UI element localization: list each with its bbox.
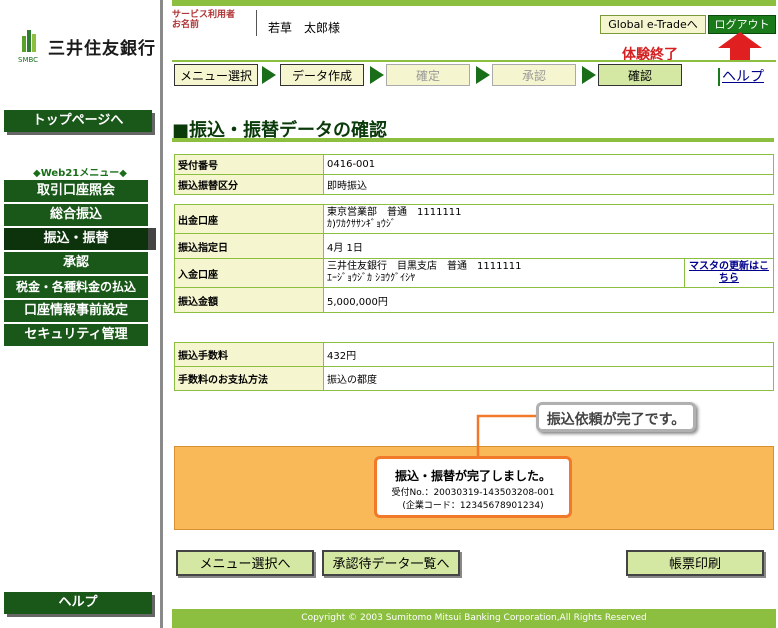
header-top-line [172, 0, 776, 6]
dest-account-value: 三井住友銀行 目黒支店 普通 1111111 ｴｰｼﾞｮｳｼﾞｶ ｼﾖｳｸﾞｲｼ… [323, 258, 685, 288]
dest-account-label: 入金口座 [174, 258, 324, 288]
table-row: 受付番号 0416-001 [174, 154, 774, 175]
sidebar-item-tax-payment[interactable]: 税金・各種料金の払込 [4, 276, 148, 300]
dest-account-line1: 三井住友銀行 目黒支店 普通 1111111 [327, 261, 522, 272]
table-row: 振込金額 5,000,000円 [174, 287, 774, 313]
source-account-value: 東京営業部 普通 1111111 ｶ)ﾜｶｸｻｻﾝｷﾞｮｳｼﾞ [323, 204, 774, 234]
sidebar-item-bulk-transfer[interactable]: 総合振込 [4, 204, 148, 228]
footer-copyright: Copyright © 2003 Sumitomo Mitsui Banking… [172, 609, 776, 628]
receipt-number-value: 0416-001 [323, 154, 774, 175]
up-arrow-icon [718, 32, 762, 62]
source-account-line1: 東京営業部 普通 1111111 [327, 207, 462, 218]
smbc-logo-icon [22, 30, 36, 52]
receipt-table: 受付番号 0416-001 振込振替区分 即時振込 [174, 154, 774, 195]
sidebar-divider [160, 0, 163, 628]
step-menu-select: メニュー選択 [174, 64, 258, 86]
sidebar-item-transfer[interactable]: 振込・振替 [4, 228, 156, 252]
transfer-type-value: 即時振込 [323, 174, 774, 195]
step-confirm: 確定 [386, 64, 470, 86]
amount-label: 振込金額 [174, 287, 324, 313]
pending-approval-list-button[interactable]: 承認待データ一覧へ [322, 550, 460, 576]
transfer-detail-table: 出金口座 東京営業部 普通 1111111 ｶ)ﾜｶｸｻｻﾝｷﾞｮｳｼﾞ 振込指… [174, 204, 774, 313]
user-name: 若草 太郎様 [268, 21, 341, 35]
help-divider [718, 68, 720, 86]
step-arrow-icon [370, 66, 384, 84]
table-row: 手数料のお支払方法 振込の都度 [174, 366, 774, 391]
fee-table: 振込手数料 432円 手数料のお支払方法 振込の都度 [174, 342, 774, 391]
global-etrade-button[interactable]: Global e-Tradeへ [600, 15, 706, 34]
receipt-number-label: 受付番号 [174, 154, 324, 175]
sidebar-item-security[interactable]: セキュリティ管理 [4, 324, 148, 348]
table-row: 振込指定日 4月 1日 [174, 233, 774, 259]
sidebar-item-account-inquiry[interactable]: 取引口座照会 [4, 180, 148, 204]
title-rule [172, 138, 774, 142]
step-approve: 承認 [492, 64, 576, 86]
completion-message-box: 振込・振替が完了しました。 受付No.：20030319-143503208-0… [374, 456, 572, 518]
master-update-link[interactable]: マスタの更新はこちら [688, 261, 770, 285]
help-button[interactable]: ヘルプ [4, 592, 152, 614]
transfer-date-value: 4月 1日 [323, 233, 774, 259]
print-report-button[interactable]: 帳票印刷 [626, 550, 764, 576]
brand-name: 三井住友銀行 [48, 39, 156, 59]
sidebar: 三井住友銀行 SMBC トップページへ ◆Web21メニュー◆ 取引口座照会 総… [0, 0, 160, 628]
user-label: サービス利用者 お名前 [172, 10, 236, 30]
menu-title: ◆Web21メニュー◆ [33, 168, 127, 179]
brand-sub: SMBC [18, 56, 39, 64]
callout-connector [476, 414, 538, 458]
dest-account-line2: ｴｰｼﾞｮｳｼﾞｶ ｼﾖｳｸﾞｲｼﾔ [327, 273, 416, 284]
fee-label: 振込手数料 [174, 342, 324, 367]
sidebar-item-account-settings[interactable]: 口座情報事前設定 [4, 300, 148, 324]
step-check: 確認 [598, 64, 682, 86]
source-account-line2: ｶ)ﾜｶｸｻｻﾝｷﾞｮｳｼﾞ [327, 219, 396, 230]
source-account-label: 出金口座 [174, 204, 324, 234]
fee-method-label: 手数料のお支払方法 [174, 366, 324, 391]
step-data-create: データ作成 [280, 64, 364, 86]
table-row: 入金口座 三井住友銀行 目黒支店 普通 1111111 ｴｰｼﾞｮｳｼﾞｶ ｼﾖ… [174, 258, 774, 288]
table-row: 振込手数料 432円 [174, 342, 774, 367]
user-divider [256, 10, 257, 36]
fee-method-value: 振込の都度 [323, 366, 774, 391]
completion-callout: 振込依頼が完了です。 [536, 402, 696, 432]
master-update-cell: マスタの更新はこちら [684, 258, 774, 288]
step-arrow-icon [262, 66, 276, 84]
fee-value: 432円 [323, 342, 774, 367]
table-row: 振込振替区分 即時振込 [174, 174, 774, 195]
help-link[interactable]: ヘルプ [722, 66, 764, 86]
table-row: 出金口座 東京営業部 普通 1111111 ｶ)ﾜｶｸｻｻﾝｷﾞｮｳｼﾞ [174, 204, 774, 234]
receipt-number: 受付No.：20030319-143503208-001 [391, 488, 555, 498]
sidebar-item-approval[interactable]: 承認 [4, 252, 148, 276]
header-rule [172, 60, 776, 62]
amount-value: 5,000,000円 [323, 287, 774, 313]
top-page-button[interactable]: トップページへ [4, 110, 152, 132]
corp-code: (企業コード：12345678901234) [402, 501, 544, 511]
transfer-type-label: 振込振替区分 [174, 174, 324, 195]
menu-select-button[interactable]: メニュー選択へ [176, 550, 314, 576]
completion-message: 振込・振替が完了しました。 [394, 469, 551, 483]
step-arrow-icon [476, 66, 490, 84]
step-arrow-icon [582, 66, 596, 84]
transfer-date-label: 振込指定日 [174, 233, 324, 259]
